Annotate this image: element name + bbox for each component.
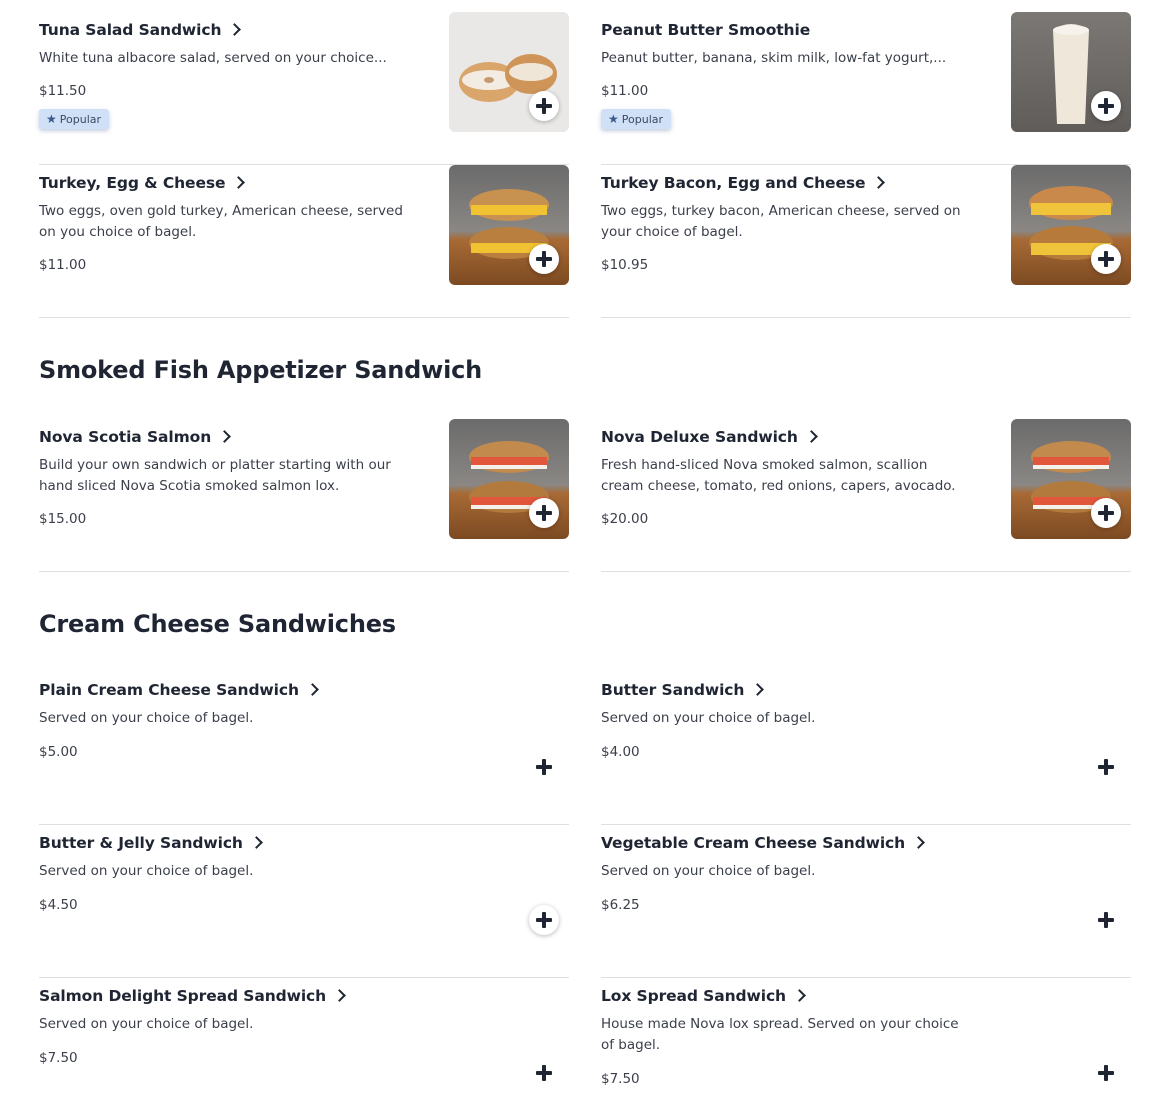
menu-item-salmon-delight-spread[interactable]: Salmon Delight Spread Sandwich Served on…	[39, 978, 569, 1098]
item-description: Peanut butter, banana, skim milk, low-fa…	[601, 50, 947, 66]
menu-item-butter-sandwich[interactable]: Butter Sandwich Served on your choice of…	[601, 672, 1131, 825]
plus-icon	[536, 912, 552, 928]
item-name: Turkey, Egg & Cheese	[39, 174, 246, 192]
item-price: $20.00	[601, 511, 649, 527]
menu-item-lox-spread-sandwich[interactable]: Lox Spread Sandwich House made Nova lox …	[601, 978, 1131, 1098]
chevron-right-icon	[333, 989, 346, 1002]
plus-icon	[536, 1065, 552, 1081]
item-description: Two eggs, oven gold turkey, American che…	[39, 203, 403, 240]
menu-item-nova-deluxe-sandwich[interactable]: Nova Deluxe Sandwich Fresh hand-sliced N…	[601, 419, 1131, 572]
item-name: Butter Sandwich	[601, 681, 765, 699]
menu-item-tuna-salad-sandwich[interactable]: Tuna Salad Sandwich White tuna albacore …	[39, 12, 569, 165]
item-price: $7.50	[39, 1050, 78, 1066]
item-description: Served on your choice of bagel.	[601, 710, 816, 726]
item-name: Turkey Bacon, Egg and Cheese	[601, 174, 886, 192]
item-price: $10.95	[601, 257, 649, 273]
add-to-cart-button[interactable]	[529, 752, 559, 782]
item-description: Served on your choice of bagel.	[39, 710, 254, 726]
chevron-right-icon	[872, 176, 886, 189]
chevron-right-icon	[751, 683, 765, 696]
plus-icon	[536, 251, 552, 267]
menu-item-vegetable-cream-cheese[interactable]: Vegetable Cream Cheese Sandwich Served o…	[601, 825, 1131, 978]
item-name: Plain Cream Cheese Sandwich	[39, 681, 319, 699]
plus-icon	[536, 759, 552, 775]
plus-icon	[1098, 912, 1114, 928]
menu-item-turkey-egg-cheese[interactable]: Turkey, Egg & Cheese Two eggs, oven gold…	[39, 165, 569, 318]
chevron-right-icon	[249, 836, 263, 849]
plus-icon	[1098, 98, 1114, 114]
chevron-right-icon	[793, 989, 806, 1002]
item-name: Lox Spread Sandwich	[601, 987, 806, 1005]
item-price: $11.00	[39, 257, 87, 273]
add-to-cart-button[interactable]	[1091, 1058, 1121, 1088]
item-description: House made Nova lox spread. Served on yo…	[601, 1016, 959, 1053]
popular-badge: ★ Popular	[601, 109, 672, 129]
add-to-cart-button[interactable]	[529, 1058, 559, 1088]
add-to-cart-button[interactable]	[1091, 752, 1121, 782]
item-price: $11.00	[601, 83, 649, 99]
item-name: Nova Deluxe Sandwich	[601, 428, 818, 446]
item-name: Nova Scotia Salmon	[39, 428, 232, 446]
item-name: Salmon Delight Spread Sandwich	[39, 987, 346, 1005]
chevron-right-icon	[218, 430, 232, 443]
item-price: $4.00	[601, 744, 640, 760]
item-description: White tuna albacore salad, served on you…	[39, 50, 387, 66]
item-description: Fresh hand-sliced Nova smoked salmon, sc…	[601, 457, 956, 494]
menu-item-turkey-bacon-egg-cheese[interactable]: Turkey Bacon, Egg and Cheese Two eggs, t…	[601, 165, 1131, 318]
menu-item-nova-scotia-salmon[interactable]: Nova Scotia Salmon Build your own sandwi…	[39, 419, 569, 572]
popular-badge: ★ Popular	[39, 109, 110, 129]
plus-icon	[1098, 505, 1114, 521]
plus-icon	[536, 98, 552, 114]
add-to-cart-button[interactable]	[1091, 905, 1121, 935]
plus-icon	[536, 505, 552, 521]
add-to-cart-button[interactable]	[529, 244, 559, 274]
plus-icon	[1098, 251, 1114, 267]
item-price: $7.50	[601, 1071, 640, 1087]
item-description: Served on your choice of bagel.	[39, 1016, 254, 1032]
chevron-right-icon	[306, 683, 319, 696]
item-description: Two eggs, turkey bacon, American cheese,…	[601, 203, 961, 240]
item-name: Vegetable Cream Cheese Sandwich	[601, 834, 925, 852]
item-description: Served on your choice of bagel.	[601, 863, 816, 879]
item-price: $15.00	[39, 511, 87, 527]
chevron-right-icon	[232, 176, 246, 189]
item-price: $5.00	[39, 744, 78, 760]
item-price: $4.50	[39, 897, 78, 913]
add-to-cart-button[interactable]	[529, 905, 559, 935]
chevron-right-icon	[228, 23, 242, 36]
menu-item-plain-cream-cheese[interactable]: Plain Cream Cheese Sandwich Served on yo…	[39, 672, 569, 825]
plus-icon	[1098, 1065, 1114, 1081]
item-name: Tuna Salad Sandwich	[39, 21, 242, 39]
add-to-cart-button[interactable]	[1091, 498, 1121, 528]
item-description: Served on your choice of bagel.	[39, 863, 254, 879]
chevron-right-icon	[804, 430, 818, 443]
chevron-right-icon	[912, 836, 925, 849]
plus-icon	[1098, 759, 1114, 775]
add-to-cart-button[interactable]	[529, 498, 559, 528]
item-price: $11.50	[39, 83, 87, 99]
menu-item-butter-jelly-sandwich[interactable]: Butter & Jelly Sandwich Served on your c…	[39, 825, 569, 978]
star-icon: ★	[608, 112, 619, 126]
item-description: Build your own sandwich or platter start…	[39, 457, 391, 494]
add-to-cart-button[interactable]	[1091, 91, 1121, 121]
add-to-cart-button[interactable]	[529, 91, 559, 121]
add-to-cart-button[interactable]	[1091, 244, 1121, 274]
star-icon: ★	[46, 112, 57, 126]
menu-item-peanut-butter-smoothie[interactable]: Peanut Butter Smoothie Peanut butter, ba…	[601, 12, 1131, 165]
item-name: Butter & Jelly Sandwich	[39, 834, 263, 852]
item-name: Peanut Butter Smoothie	[601, 21, 811, 39]
item-price: $6.25	[601, 897, 640, 913]
section-title-smoked-fish: Smoked Fish Appetizer Sandwich	[39, 356, 483, 384]
section-title-cream-cheese: Cream Cheese Sandwiches	[39, 610, 396, 638]
